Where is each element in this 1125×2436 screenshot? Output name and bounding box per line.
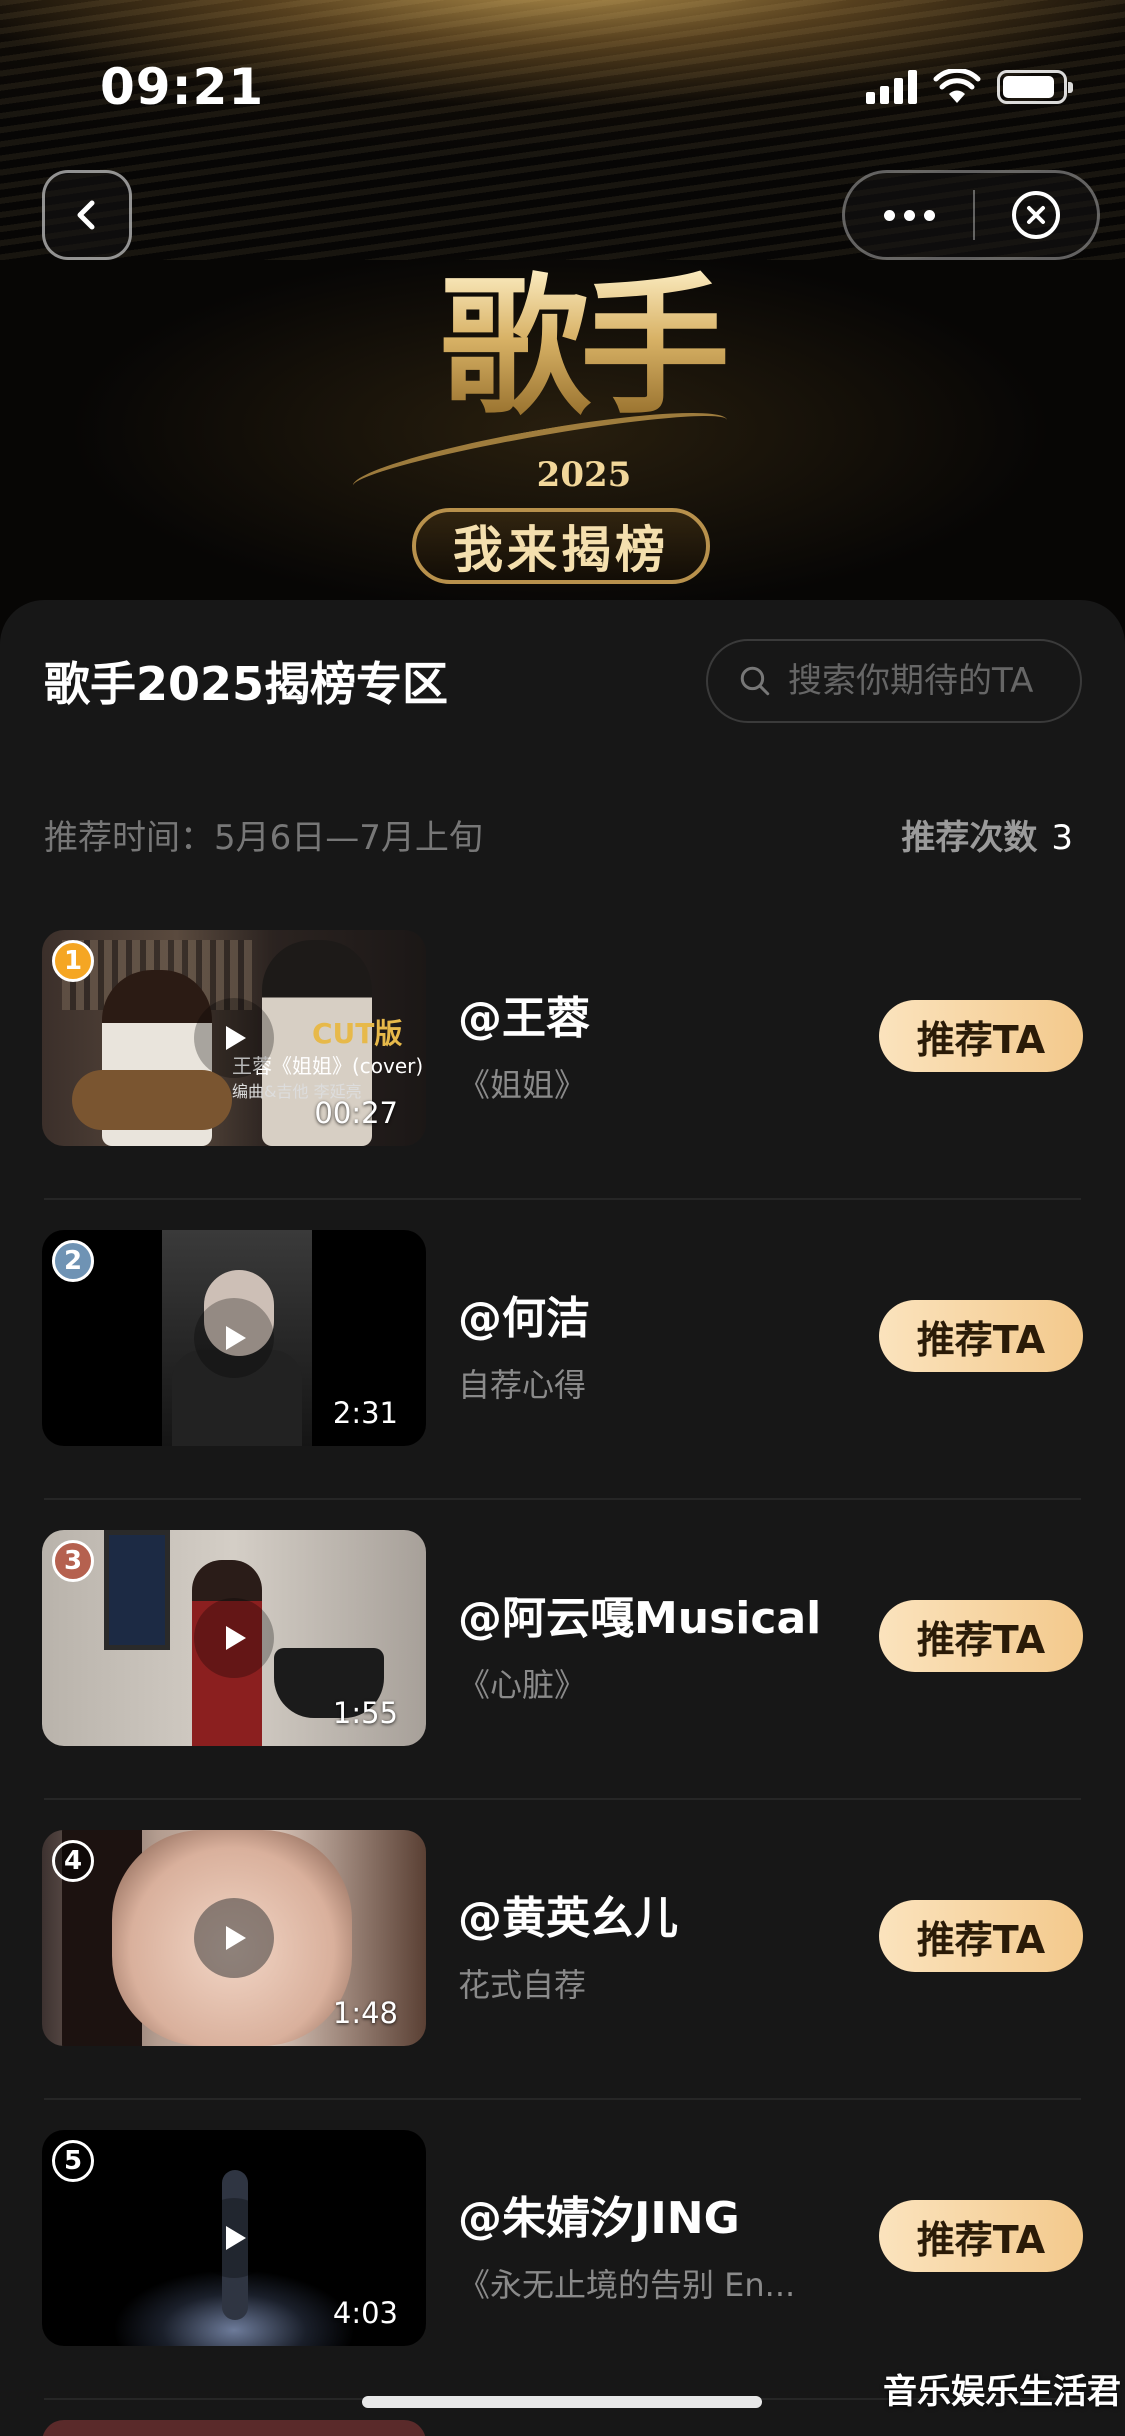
rank-badge: 1 (52, 940, 94, 982)
play-icon (226, 1026, 246, 1050)
next-thumbnail-peek (42, 2420, 426, 2436)
candidate-list: CUT版 王蓉《姐姐》(cover) 编曲&吉他 李延亮 1 00:27 @王蓉… (0, 900, 1125, 2400)
wifi-icon (933, 69, 981, 103)
video-duration: 4:03 (332, 2296, 398, 2330)
video-duration: 00:27 (314, 1096, 398, 1130)
play-button[interactable] (194, 998, 274, 1078)
play-button[interactable] (194, 1898, 274, 1978)
list-item[interactable]: CUT版 王蓉《姐姐》(cover) 编曲&吉他 李延亮 1 00:27 @王蓉… (0, 900, 1125, 1200)
thumb-badge: CUT版 (312, 1017, 403, 1050)
video-thumbnail[interactable]: 5 4:03 (42, 2130, 426, 2346)
video-duration: 2:31 (332, 1396, 398, 1430)
close-circle-icon (1012, 191, 1060, 239)
list-item[interactable]: 5 4:03 @朱婧汐JING 《永无止境的告别 En... 推荐TA (0, 2100, 1125, 2400)
play-icon (226, 2226, 246, 2250)
play-icon (226, 1926, 246, 1950)
recommend-button[interactable]: 推荐TA (879, 2200, 1083, 2272)
play-button[interactable] (194, 2198, 274, 2278)
more-button[interactable] (845, 173, 973, 257)
cellular-signal-icon (866, 70, 917, 104)
section-title: 歌手2025揭榜专区 (44, 657, 449, 711)
logo-subtitle: 我来揭榜 (412, 508, 710, 584)
search-input[interactable] (786, 660, 1080, 702)
back-button[interactable] (42, 170, 132, 260)
list-item[interactable]: 4 1:48 @黄英幺儿 花式自荐 推荐TA (0, 1800, 1125, 2100)
miniapp-capsule (842, 170, 1100, 260)
recommend-count-value: 3 (1051, 818, 1073, 858)
candidate-name: @阿云嘎Musical (458, 1593, 822, 1644)
show-logo: 歌手 (420, 262, 740, 432)
recommend-button[interactable]: 推荐TA (879, 1000, 1083, 1072)
recommend-period: 推荐时间：5月6日—7月上旬 (44, 818, 483, 858)
video-thumbnail[interactable]: 3 1:55 (42, 1530, 426, 1746)
recommend-button[interactable]: 推荐TA (879, 1300, 1083, 1372)
video-thumbnail[interactable]: 4 1:48 (42, 1830, 426, 2046)
thumb-wall-art (104, 1530, 170, 1650)
candidate-subtitle: 自荐心得 (458, 1366, 587, 1404)
status-icons (866, 66, 1073, 108)
chevron-left-icon (77, 200, 95, 230)
status-time: 09:21 (100, 58, 265, 116)
candidate-subtitle: 花式自荐 (458, 1966, 587, 2004)
candidate-name: @何洁 (458, 1293, 590, 1344)
play-icon (226, 1326, 246, 1350)
rank-badge: 3 (52, 1540, 94, 1582)
recommend-count-label: 推荐次数 (901, 818, 1038, 858)
video-duration: 1:55 (332, 1696, 398, 1730)
rank-badge: 2 (52, 1240, 94, 1282)
candidate-name: @朱婧汐JING (458, 2193, 740, 2244)
candidate-subtitle: 《姐姐》 (458, 1066, 587, 1104)
video-thumbnail[interactable]: CUT版 王蓉《姐姐》(cover) 编曲&吉他 李延亮 1 00:27 (42, 930, 426, 1146)
search-icon (740, 666, 770, 696)
candidate-name: @黄英幺儿 (458, 1893, 678, 1944)
play-button[interactable] (194, 1598, 274, 1678)
play-button[interactable] (194, 1298, 274, 1378)
rank-badge: 4 (52, 1840, 94, 1882)
logo-year: 2025 (536, 455, 632, 495)
candidate-name: @王蓉 (458, 993, 590, 1044)
video-thumbnail[interactable]: 2 2:31 (42, 1230, 426, 1446)
watermark: 音乐娱乐生活君 (883, 2372, 1121, 2412)
rank-badge: 5 (52, 2140, 94, 2182)
close-button[interactable] (975, 173, 1097, 257)
thumb-guitar (72, 1070, 232, 1130)
recommend-button[interactable]: 推荐TA (879, 1600, 1083, 1672)
play-icon (226, 1626, 246, 1650)
list-item[interactable]: 2 2:31 @何洁 自荐心得 推荐TA (0, 1200, 1125, 1500)
recommend-button[interactable]: 推荐TA (879, 1900, 1083, 1972)
video-duration: 1:48 (332, 1996, 398, 2030)
candidate-subtitle: 《永无止境的告别 En... (458, 2266, 796, 2304)
more-dots-icon (883, 209, 895, 221)
recommend-count: 推荐次数 3 (901, 810, 1073, 859)
search-box[interactable] (706, 639, 1082, 723)
header-banner: 09:21 歌手 2025 我来揭榜 (0, 0, 1125, 640)
list-item[interactable]: 3 1:55 @阿云嘎Musical 《心脏》 推荐TA (0, 1500, 1125, 1800)
page: 09:21 歌手 2025 我来揭榜 歌手2025揭榜专区 搜索你期待的TA 推… (0, 0, 1125, 2436)
candidate-subtitle: 《心脏》 (458, 1666, 587, 1704)
battery-icon (997, 70, 1073, 104)
home-indicator[interactable] (362, 2396, 762, 2408)
